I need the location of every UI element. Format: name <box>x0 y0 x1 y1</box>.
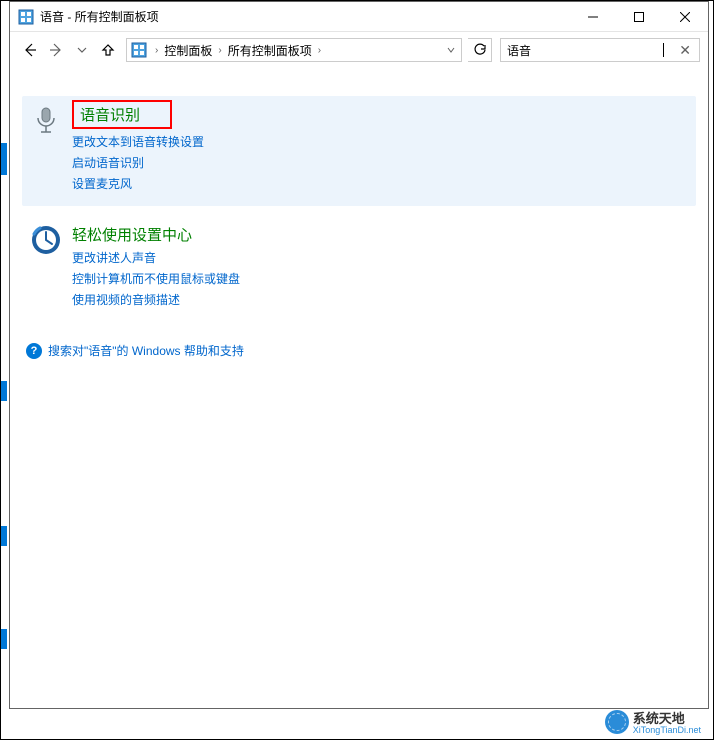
result-link[interactable]: 使用视频的音频描述 <box>72 291 688 308</box>
window-title: 语音 - 所有控制面板项 <box>40 8 570 25</box>
chevron-right-icon[interactable]: › <box>214 45 225 56</box>
control-panel-icon <box>18 9 34 25</box>
search-box[interactable]: ✕ <box>500 38 700 62</box>
result-link[interactable]: 启动语音识别 <box>72 154 688 171</box>
microphone-icon <box>30 104 62 136</box>
result-title-ease-of-access[interactable]: 轻松使用设置中心 <box>72 224 192 245</box>
watermark-globe-icon <box>605 710 629 734</box>
results-area: 语音识别更改文本到语音转换设置启动语音识别设置麦克风轻松使用设置中心更改讲述人声… <box>10 68 708 708</box>
result-link[interactable]: 更改讲述人声音 <box>72 249 688 266</box>
back-button[interactable] <box>18 38 42 62</box>
ease-clock-icon <box>30 224 62 256</box>
recent-locations-button[interactable] <box>70 38 94 62</box>
refresh-button[interactable] <box>468 38 492 62</box>
address-bar[interactable]: › 控制面板 › 所有控制面板项 › <box>126 38 462 62</box>
address-dropdown-button[interactable] <box>441 39 461 61</box>
result-link[interactable]: 更改文本到语音转换设置 <box>72 133 688 150</box>
chevron-right-icon[interactable]: › <box>314 45 325 56</box>
watermark: 系统天地 XiTongTianDi.net <box>605 708 701 735</box>
maximize-button[interactable] <box>616 2 662 31</box>
navigation-bar: › 控制面板 › 所有控制面板项 › ✕ <box>10 32 708 68</box>
help-icon: ? <box>26 343 42 359</box>
result-title-speech-recognition[interactable]: 语音识别 <box>72 100 172 129</box>
result-speech-recognition: 语音识别更改文本到语音转换设置启动语音识别设置麦克风 <box>22 96 696 206</box>
result-link[interactable]: 控制计算机而不使用鼠标或键盘 <box>72 270 688 287</box>
control-panel-window: 语音 - 所有控制面板项 <box>9 1 709 709</box>
search-input[interactable] <box>507 43 662 57</box>
breadcrumb-item[interactable]: 所有控制面板项 <box>226 42 314 59</box>
result-ease-of-access: 轻松使用设置中心更改讲述人声音控制计算机而不使用鼠标或键盘使用视频的音频描述 <box>30 224 688 312</box>
help-link[interactable]: ? 搜索对"语音"的 Windows 帮助和支持 <box>26 342 688 359</box>
control-panel-small-icon <box>131 42 147 58</box>
clear-search-button[interactable]: ✕ <box>677 42 693 59</box>
breadcrumb-item[interactable]: 控制面板 <box>162 42 214 59</box>
forward-button[interactable] <box>44 38 68 62</box>
result-link[interactable]: 设置麦克风 <box>72 175 688 192</box>
close-button[interactable] <box>662 2 708 31</box>
up-button[interactable] <box>96 38 120 62</box>
minimize-button[interactable] <box>570 2 616 31</box>
chevron-right-icon[interactable]: › <box>151 45 162 56</box>
titlebar: 语音 - 所有控制面板项 <box>10 2 708 32</box>
